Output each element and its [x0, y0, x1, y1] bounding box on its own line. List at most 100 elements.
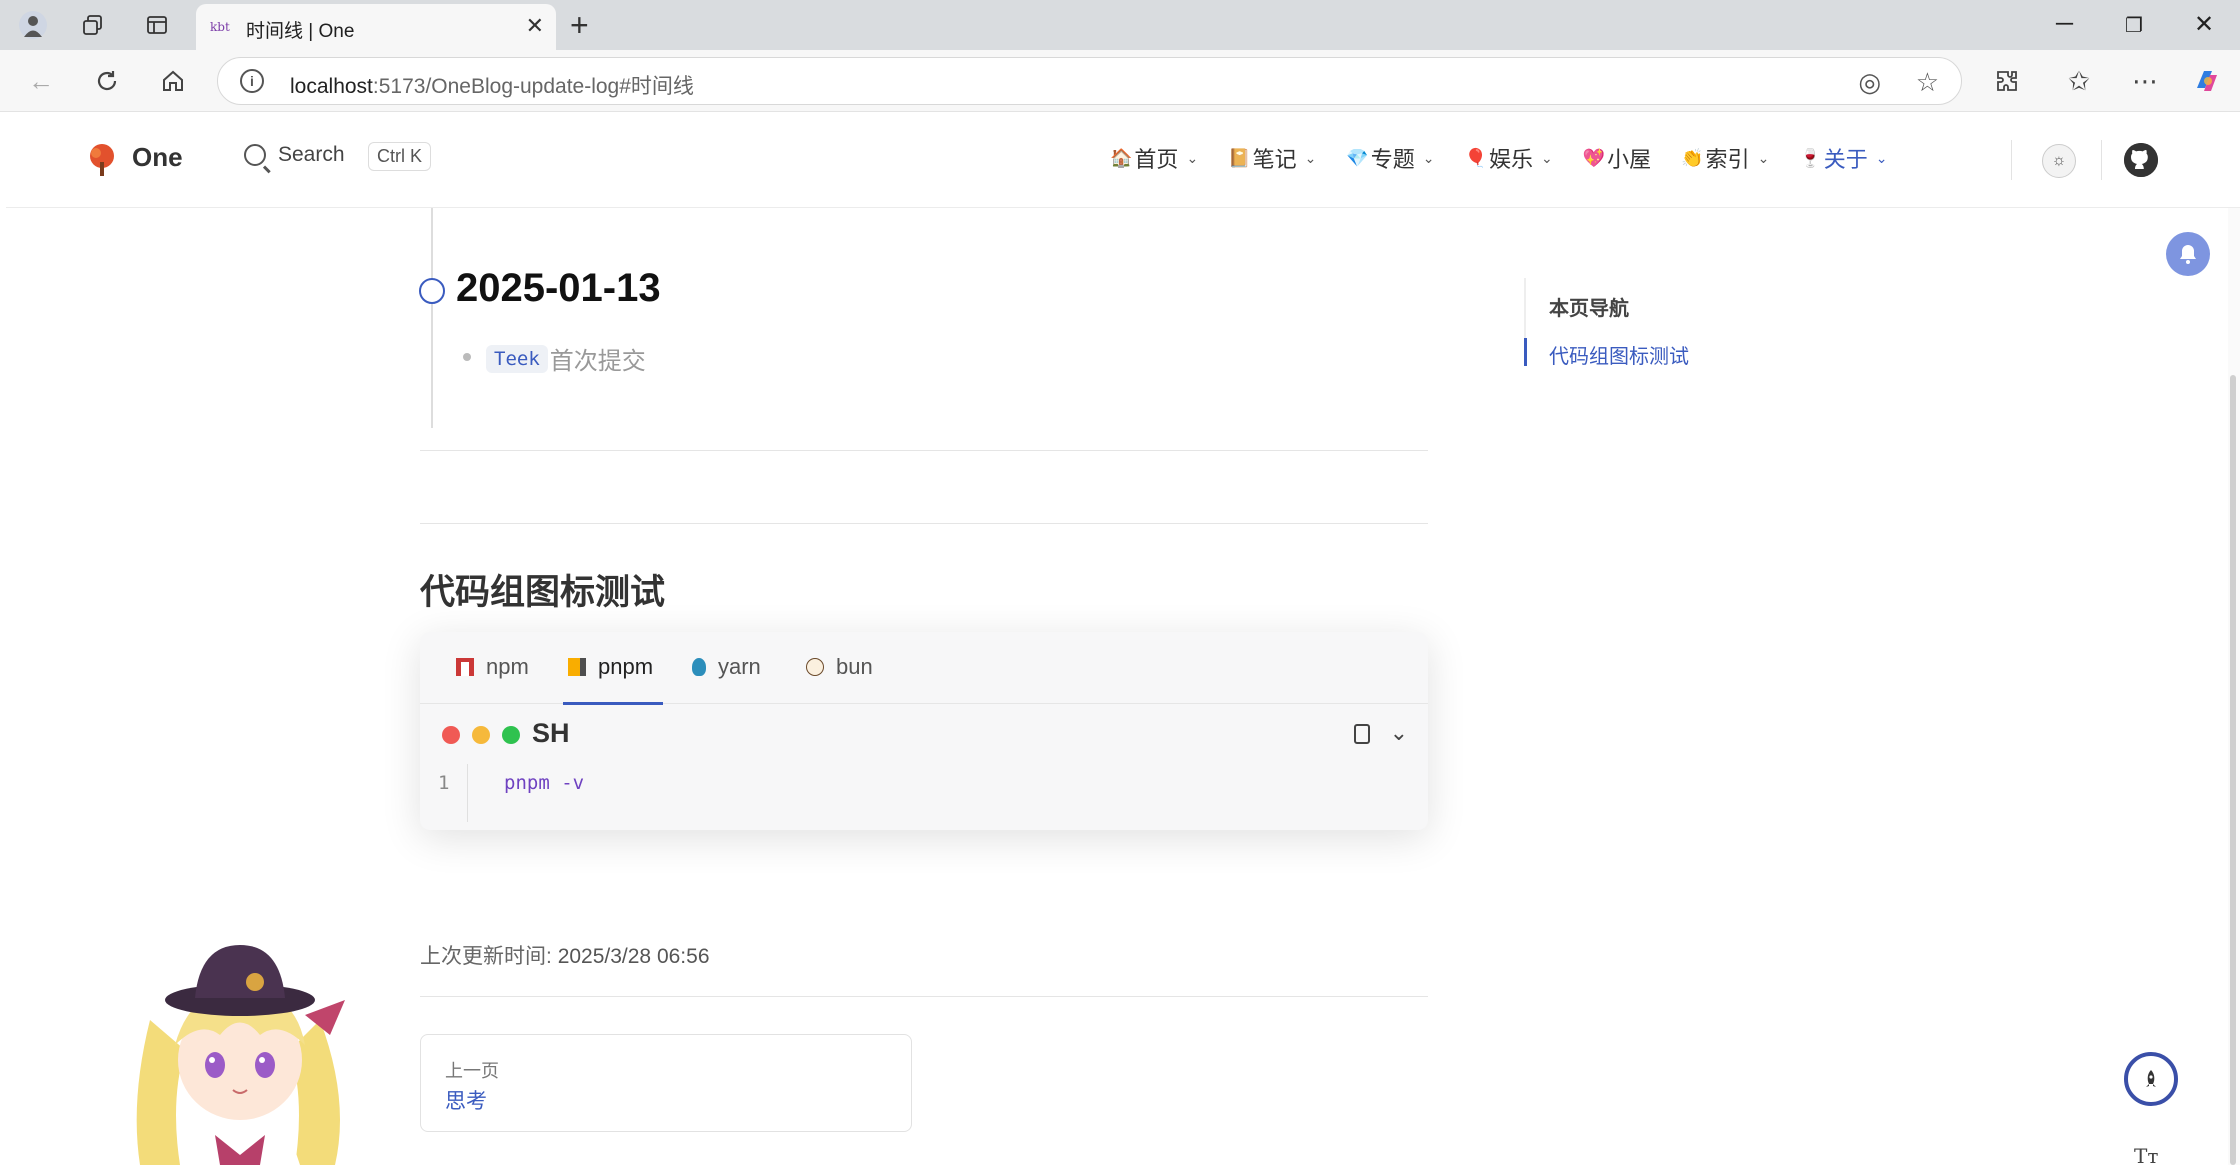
bun-icon	[806, 658, 824, 676]
outline-title: 本页导航	[1549, 298, 1629, 320]
nav-label: 关于	[1823, 147, 1868, 172]
outline-link[interactable]: 代码组图标测试	[1549, 340, 1689, 369]
site-name[interactable]: One	[132, 142, 183, 173]
chevron-down-icon: ⌄	[1422, 149, 1435, 166]
home-icon[interactable]	[154, 62, 192, 100]
divider	[420, 450, 1428, 451]
new-tab-icon[interactable]: +	[570, 8, 589, 42]
code-group-tabs: npm pnpm yarn bun	[420, 632, 1428, 705]
nav-item-index[interactable]: 👏 索引 ⌄	[1681, 142, 1769, 174]
outline-active-marker	[1524, 338, 1527, 366]
url-path: :5173/OneBlog-update-log#时间线	[372, 75, 694, 98]
header-divider	[2011, 140, 2012, 180]
nav-label: 专题	[1370, 147, 1415, 172]
favorites-icon[interactable]: ✩	[2060, 62, 2098, 100]
tab-label: bun	[836, 654, 873, 679]
back-to-top-rocket-icon[interactable]	[2124, 1052, 2178, 1106]
code-language-label: SH	[532, 718, 570, 748]
prev-page-link[interactable]: 上一页 思考	[420, 1034, 912, 1132]
back-icon[interactable]: ←	[22, 62, 60, 100]
github-icon[interactable]	[2124, 143, 2158, 177]
theme-toggle-sun-icon[interactable]: ☼	[2042, 144, 2076, 178]
address-bar[interactable]: i localhost:5173/OneBlog-update-log#时间线 …	[217, 57, 1962, 105]
clap-emoji-icon: 👏	[1681, 147, 1704, 168]
read-aloud-icon[interactable]: ◎	[1858, 67, 1881, 98]
url-host: localhost	[290, 75, 373, 98]
timeline-item: Teek 首次提交	[486, 341, 646, 376]
tab-bun[interactable]: bun	[806, 654, 873, 680]
green-dot-icon	[502, 726, 520, 744]
timeline-item-text: 首次提交	[549, 348, 646, 375]
copilot-icon[interactable]	[2188, 62, 2226, 100]
browser-toolbar: ← i localhost:5173/OneBlog-update-log#时间…	[0, 50, 2240, 112]
yellow-dot-icon	[472, 726, 490, 744]
notebook-emoji-icon: 📔	[1228, 147, 1251, 168]
search-shortcut-hint: Ctrl K	[368, 142, 431, 171]
browser-tab-active[interactable]: kbt 时间线 | One ✕	[196, 4, 556, 50]
font-size-icon[interactable]: Tт	[2134, 1144, 2158, 1165]
search-icon	[244, 144, 266, 166]
timeline-line	[431, 208, 433, 428]
gutter-divider	[467, 764, 468, 822]
url-text: localhost:5173/OneBlog-update-log#时间线	[290, 70, 694, 100]
chevron-down-icon[interactable]: ⌄	[1390, 720, 1408, 746]
nav-item-entertainment[interactable]: 🎈 娱乐 ⌄	[1465, 142, 1553, 174]
more-icon[interactable]: ⋯	[2126, 62, 2164, 100]
site-logo-icon[interactable]	[84, 142, 120, 178]
tab-close-icon[interactable]: ✕	[526, 14, 544, 38]
line-number: 1	[438, 772, 450, 794]
tab-pnpm[interactable]: pnpm	[568, 654, 653, 680]
nav-item-cabin[interactable]: 💖 小屋	[1583, 142, 1651, 174]
home-emoji-icon: 🏠	[1110, 147, 1133, 168]
tab-label: pnpm	[598, 654, 654, 679]
last-updated-value: 2025/3/28 06:56	[557, 945, 710, 968]
minimize-icon[interactable]: ─	[2056, 10, 2073, 38]
divider	[420, 996, 1428, 997]
tab-yarn[interactable]: yarn	[692, 654, 761, 680]
tab-title: 时间线 | One	[246, 21, 355, 42]
wine-emoji-icon: 🍷	[1799, 147, 1822, 168]
tab-actions-icon[interactable]	[140, 8, 174, 42]
nav-item-home[interactable]: 🏠 首页 ⌄	[1110, 142, 1198, 174]
scrollbar-thumb[interactable]	[2230, 375, 2236, 1165]
bell-icon[interactable]	[2166, 232, 2210, 276]
site-info-icon[interactable]: i	[240, 69, 264, 93]
code-line: pnpm -v	[504, 772, 585, 794]
heart-emoji-icon: 💖	[1582, 147, 1606, 168]
chevron-down-icon: ⌄	[1757, 149, 1770, 166]
active-tab-indicator	[563, 702, 663, 705]
nav-label: 索引	[1705, 147, 1750, 172]
red-dot-icon	[442, 726, 460, 744]
chevron-down-icon: ⌄	[1186, 149, 1199, 166]
timeline-date: 2025-01-13	[456, 266, 661, 310]
last-updated-label: 上次更新时间:	[420, 945, 552, 968]
header-divider	[2101, 140, 2102, 180]
window-close-icon[interactable]: ✕	[2194, 10, 2214, 39]
site-header: One Search Ctrl K 🏠 首页 ⌄ 📔 笔记 ⌄ 💎 专题 ⌄ 🎈 娱乐 ⌄ 💖 小…	[6, 112, 2240, 208]
restore-icon[interactable]: ❐	[2125, 13, 2143, 38]
mascot-character-image	[136, 945, 345, 1165]
favorite-star-icon[interactable]: ☆	[1916, 67, 1939, 98]
workspaces-icon[interactable]	[76, 8, 110, 42]
window-dots	[442, 726, 520, 744]
main-nav: 🏠 首页 ⌄ 📔 笔记 ⌄ 💎 专题 ⌄ 🎈 娱乐 ⌄ 💖 小屋 👏 索引 ⌄ 🍷 关于 ⌄	[1110, 142, 1887, 174]
copy-icon[interactable]	[1354, 724, 1370, 744]
chevron-down-icon: ⌄	[1540, 149, 1553, 166]
tab-npm[interactable]: npm	[456, 654, 529, 680]
nav-item-notes[interactable]: 📔 笔记 ⌄	[1228, 142, 1316, 174]
nav-item-about[interactable]: 🍷 关于 ⌄	[1799, 142, 1887, 174]
balloon-emoji-icon: 🎈	[1464, 147, 1487, 168]
extensions-icon[interactable]	[1988, 62, 2026, 100]
gem-emoji-icon: 💎	[1346, 147, 1369, 168]
inline-code: Teek	[486, 344, 548, 373]
npm-icon	[456, 658, 474, 676]
profile-avatar[interactable]	[16, 8, 50, 42]
search-label: Search	[278, 143, 345, 166]
search-button[interactable]: Search	[244, 143, 345, 167]
tab-label: npm	[486, 654, 529, 679]
browser-tabstrip: kbt 时间线 | One ✕ + ─ ❐ ✕	[0, 0, 2240, 50]
reload-icon[interactable]	[88, 62, 126, 100]
nav-item-topics[interactable]: 💎 专题 ⌄	[1346, 142, 1434, 174]
chevron-down-icon: ⌄	[1875, 149, 1888, 166]
nav-label: 小屋	[1607, 147, 1652, 172]
